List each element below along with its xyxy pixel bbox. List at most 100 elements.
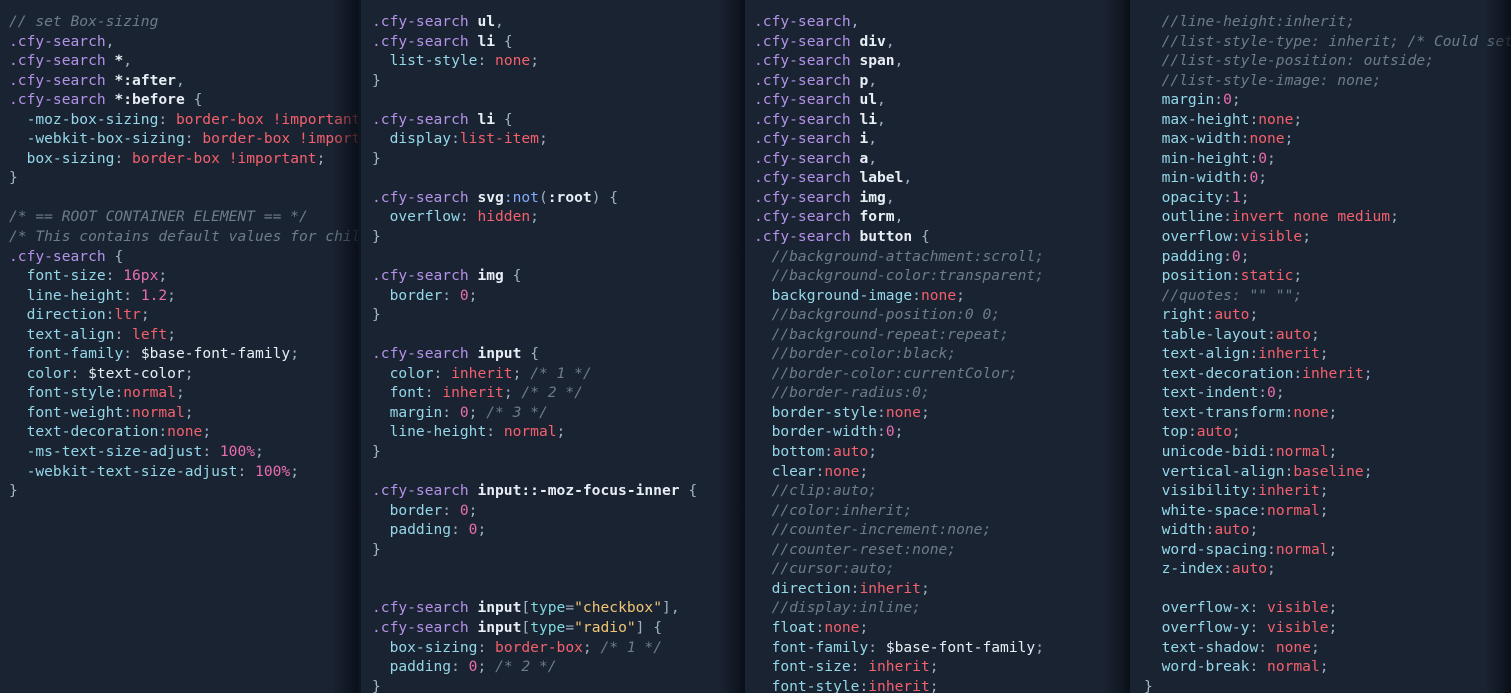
code-line: .cfy-search input[type="checkbox"],	[372, 599, 680, 617]
code-line: margin: 0; /* 3 */	[389, 403, 548, 421]
code-line: }	[372, 149, 381, 167]
code-line: line-height: normal;	[389, 423, 566, 441]
code-line: .cfy-search,	[9, 32, 115, 50]
code-line: .cfy-search li,	[754, 110, 886, 128]
code-panel-4[interactable]: //line-height:inherit; //list-style-type…	[1130, 0, 1511, 693]
code-content-1: // set Box-sizing .cfy-search, .cfy-search…	[0, 12, 358, 501]
code-line: text-align: left;	[26, 325, 176, 343]
code-line: }	[372, 677, 381, 693]
code-line: .cfy-search div,	[754, 32, 895, 50]
code-panel-3[interactable]: .cfy-search, .cfy-search div, .cfy-search …	[745, 0, 1130, 693]
code-line: font: inherit; /* 2 */	[389, 384, 583, 402]
code-line: }	[372, 540, 381, 558]
code-line: //list-style-type: inherit; /* Could set…	[1161, 32, 1511, 50]
code-line: margin:0;	[1161, 91, 1241, 109]
code-line: overflow:visible;	[1161, 228, 1311, 246]
code-line: font-family: $base-font-family;	[26, 345, 299, 363]
code-line: border-style:none;	[771, 403, 930, 421]
code-line: //list-style-image: none;	[1161, 71, 1382, 89]
code-content-3: .cfy-search, .cfy-search div, .cfy-search …	[745, 12, 1130, 693]
code-line: max-height:none;	[1161, 110, 1303, 128]
code-line: padding: 0; /* 2 */	[389, 658, 557, 676]
code-line: .cfy-search label,	[754, 169, 913, 187]
code-line: .cfy-search *,	[9, 52, 133, 70]
code-line: //background-attachment:scroll;	[771, 247, 1044, 265]
code-line: //list-style-position: outside;	[1161, 52, 1434, 70]
code-content-2: .cfy-search ul, .cfy-search li { list-sty…	[361, 12, 745, 693]
code-line: outline:invert none medium;	[1161, 208, 1399, 226]
code-viewer-stage: // set Box-sizing .cfy-search, .cfy-search…	[0, 0, 1511, 693]
code-line: font-weight:normal;	[26, 403, 194, 421]
code-line: //border-color:black;	[771, 345, 957, 363]
code-line: .cfy-search form,	[754, 208, 904, 226]
code-line: text-indent:0;	[1161, 384, 1285, 402]
code-line: .cfy-search *:before {	[9, 91, 203, 109]
code-line: box-sizing: border-box; /* 1 */	[389, 638, 663, 656]
code-line: /* == ROOT CONTAINER ELEMENT == */	[9, 208, 308, 226]
code-line: .cfy-search *:after,	[9, 71, 185, 89]
code-line: list-style: none;	[389, 52, 539, 70]
code-line: border: 0;	[389, 501, 478, 519]
code-line: overflow: hidden;	[389, 208, 539, 226]
code-line: .cfy-search ul,	[754, 91, 886, 109]
code-line: //counter-increment:none;	[771, 521, 992, 539]
code-line: .cfy-search a,	[754, 149, 878, 167]
code-line: padding:0;	[1161, 247, 1250, 265]
code-line: .cfy-search i,	[754, 130, 878, 148]
code-line: //border-color:currentColor;	[771, 364, 1018, 382]
code-line: direction:inherit;	[771, 579, 930, 597]
code-line: .cfy-search img,	[754, 188, 895, 206]
code-line: text-transform:none;	[1161, 403, 1338, 421]
code-line: top:auto;	[1161, 423, 1241, 441]
code-line: }	[372, 228, 381, 246]
code-line: clear:none;	[771, 462, 869, 480]
code-panel-2[interactable]: .cfy-search ul, .cfy-search li { list-sty…	[361, 0, 745, 693]
code-line: .cfy-search img {	[372, 267, 522, 285]
code-line: //display:inline;	[771, 599, 921, 617]
code-line: border: 0;	[389, 286, 478, 304]
code-line: .cfy-search svg:not(:root) {	[372, 188, 619, 206]
code-line: }	[372, 443, 381, 461]
code-line: }	[372, 71, 381, 89]
code-line: .cfy-search p,	[754, 71, 878, 89]
code-line: .cfy-search ul,	[372, 13, 504, 30]
code-line: line-height: 1.2;	[26, 286, 176, 304]
code-line: text-decoration:none;	[26, 423, 212, 441]
code-panel-1[interactable]: // set Box-sizing .cfy-search, .cfy-search…	[0, 0, 358, 693]
code-line: .cfy-search,	[754, 13, 860, 30]
code-line: //background-position:0 0;	[771, 306, 1001, 324]
code-line: font-family: $base-font-family;	[771, 638, 1044, 656]
code-line: //color:inherit;	[771, 501, 913, 519]
code-line: opacity:1;	[1161, 188, 1250, 206]
code-line: }	[372, 306, 381, 324]
code-line: overflow-y: visible;	[1161, 618, 1338, 636]
code-line: font-style:normal;	[26, 384, 185, 402]
code-line: background-image:none;	[771, 286, 965, 304]
code-line: position:static;	[1161, 267, 1303, 285]
code-line: float:none;	[771, 618, 869, 636]
code-line: z-index:auto;	[1161, 560, 1276, 578]
code-line: display:list-item;	[389, 130, 548, 148]
code-line: visibility:inherit;	[1161, 482, 1329, 500]
code-line: .cfy-search {	[9, 247, 124, 265]
code-line: color: inherit; /* 1 */	[389, 364, 592, 382]
code-line: text-align:inherit;	[1161, 345, 1329, 363]
code-line: box-sizing: border-box !important;	[26, 149, 326, 167]
code-line: .cfy-search li {	[372, 32, 513, 50]
code-line: //background-repeat:repeat;	[771, 325, 1009, 343]
code-line: //border-radius:0;	[771, 384, 930, 402]
code-line: vertical-align:baseline;	[1161, 462, 1373, 480]
code-line: .cfy-search input[type="radio"] {	[372, 618, 663, 636]
code-line: min-width:0;	[1161, 169, 1268, 187]
code-line: //background-color:transparent;	[771, 267, 1044, 285]
code-line: overflow-x: visible;	[1161, 599, 1338, 617]
code-line: font-size: 16px;	[26, 267, 168, 285]
code-line: text-decoration:inherit;	[1161, 364, 1373, 382]
code-line: text-shadow: none;	[1161, 638, 1320, 656]
